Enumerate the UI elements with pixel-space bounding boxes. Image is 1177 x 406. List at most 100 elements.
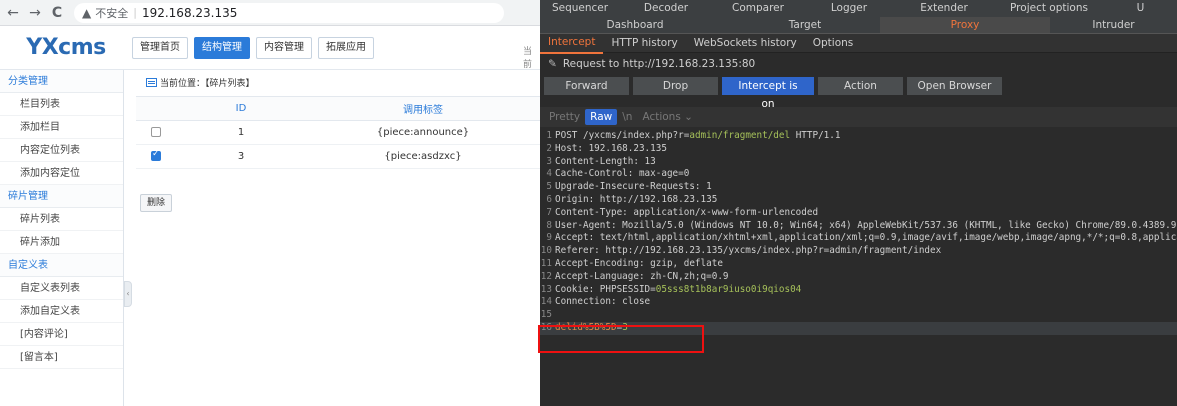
- burp-suite-window: Sequencer Decoder Comparer Logger Extender Pr…: [540, 0, 1177, 406]
- sidebar-section-header[interactable]: 碎片管理: [0, 185, 123, 208]
- topnav-button[interactable]: 拓展应用: [318, 36, 374, 59]
- logo: YXcms: [26, 35, 106, 60]
- reload-icon[interactable]: C: [48, 4, 66, 22]
- code-token: User-Agent: Mozilla/5.0 (Windows NT 10.0…: [555, 219, 1177, 231]
- burp-tab[interactable]: Decoder: [620, 0, 712, 17]
- code-token: delid%5B%5D: [555, 321, 617, 333]
- proxy-subtab[interactable]: Options: [805, 34, 862, 53]
- code-token: Referer: http://192.168.23.135/yxcms/ind…: [555, 245, 942, 257]
- view-tab[interactable]: Actions ⌄: [637, 109, 698, 125]
- view-tab[interactable]: Raw: [585, 109, 618, 125]
- proxy-subtabs: Intercept HTTP history WebSockets history O…: [540, 33, 1177, 54]
- proxy-subtab[interactable]: Intercept: [540, 33, 604, 54]
- row-checkbox[interactable]: [151, 127, 161, 137]
- sidebar-section-header[interactable]: 自定义表: [0, 254, 123, 277]
- table-row[interactable]: 3{piece:asdzxc}: [136, 144, 540, 169]
- sidebar-section-header[interactable]: 分类管理: [0, 70, 123, 93]
- proxy-subtab[interactable]: HTTP history: [603, 34, 685, 53]
- header-checkbox-col: [136, 96, 176, 121]
- message-view-tabs: Pretty Raw \n Actions ⌄: [540, 107, 1177, 127]
- request-line: 1 POST /yxcms/index.php?r=admin/fragment/…: [540, 130, 1177, 143]
- burp-tab[interactable]: Extender: [894, 0, 994, 17]
- row-tag: {piece:asdzxc}: [306, 144, 540, 169]
- sidebar: 分类管理 栏目列表 添加栏目 内容定位列表 添加内容定位 碎片管理 碎片列表 碎片添加 自定义表…: [0, 70, 124, 406]
- breadcrumb: 当前位置：【碎片列表】: [132, 70, 540, 94]
- sidebar-item[interactable]: 自定义表列表: [0, 277, 123, 300]
- sidebar-item[interactable]: [内容评论]: [0, 323, 123, 346]
- code-token: Connection: close: [555, 296, 651, 308]
- burp-tab[interactable]: Intruder: [1050, 17, 1177, 33]
- request-line: 10 Referer: http://192.168.23.135/yxcms/i…: [540, 245, 1177, 258]
- sidebar-item[interactable]: 碎片添加: [0, 231, 123, 254]
- intercept-button[interactable]: Intercept is on: [722, 77, 814, 110]
- line-number: 15: [540, 309, 552, 321]
- code-token: HTTP/1.1: [790, 130, 841, 141]
- request-editor[interactable]: 1 POST /yxcms/index.php?r=admin/fragment/…: [540, 130, 1177, 335]
- security-label[interactable]: 不安全: [95, 5, 128, 21]
- intercept-button[interactable]: Drop: [633, 77, 718, 95]
- sidebar-item[interactable]: 添加自定义表: [0, 300, 123, 323]
- code-token: 3: [622, 321, 628, 333]
- sidebar-collapse-handle[interactable]: ‹: [124, 281, 132, 307]
- url-text[interactable]: 192.168.23.135: [142, 6, 237, 20]
- burp-tab[interactable]: Sequencer: [540, 0, 620, 17]
- request-line: 2 Host: 192.168.23.135: [540, 143, 1177, 156]
- sidebar-item[interactable]: 添加栏目: [0, 116, 123, 139]
- code-token: Content-Length: 13: [555, 155, 656, 167]
- table-row[interactable]: 1 {piece:announce}: [136, 120, 540, 145]
- view-tab[interactable]: Pretty: [544, 109, 585, 125]
- pencil-icon[interactable]: ✎: [548, 58, 557, 70]
- line-number: 8: [546, 219, 552, 231]
- burp-tab[interactable]: Comparer: [712, 0, 804, 17]
- request-line: 5 Upgrade-Insecure-Requests: 1: [540, 181, 1177, 194]
- burp-tab[interactable]: Proxy: [880, 17, 1050, 33]
- sidebar-item[interactable]: 栏目列表: [0, 93, 123, 116]
- code-token: admin/fragment/del: [689, 130, 791, 141]
- address-bar[interactable]: ▲ 不安全 | 192.168.23.135: [74, 2, 504, 23]
- code-token: 05sss8t1b8ar9iuso0i9qios04: [655, 283, 802, 295]
- sidebar-item[interactable]: 添加内容定位: [0, 162, 123, 185]
- forward-arrow-icon[interactable]: →: [26, 4, 44, 22]
- sidebar-item[interactable]: [留言本]: [0, 346, 123, 369]
- proxy-subtab[interactable]: WebSockets history: [686, 34, 805, 53]
- burp-tab[interactable]: Target: [730, 17, 880, 33]
- line-number: 11: [540, 257, 552, 269]
- burp-tab[interactable]: Dashboard: [540, 17, 730, 33]
- code-token: POST /yxcms/index.php?r=: [555, 130, 690, 141]
- breadcrumb-text: 当前位置：【碎片列表】: [160, 78, 255, 89]
- delete-button[interactable]: 删除: [140, 194, 173, 212]
- fragment-table: ID 调用标签 1{piece:announce}3{piece:asdzxc}: [136, 96, 540, 169]
- row-checkbox[interactable]: [151, 149, 161, 161]
- burp-tab[interactable]: Project options: [994, 0, 1104, 17]
- sidebar-item[interactable]: 内容定位列表: [0, 139, 123, 162]
- cms-app: YXcms 管理首页 结构管理 内容管理 拓展应用 当前 分类管理 栏目列表 添加栏目 内容…: [0, 26, 540, 406]
- line-number: 5: [546, 181, 552, 193]
- header-id: ID: [176, 96, 306, 121]
- intercept-button[interactable]: Open Browser: [907, 77, 1002, 95]
- row-id: 3: [176, 144, 306, 169]
- request-target-label: Request to http://192.168.23.135:80: [562, 58, 756, 70]
- warning-icon[interactable]: ▲: [82, 6, 91, 20]
- list-icon: [146, 77, 157, 87]
- sidebar-item[interactable]: 碎片列表: [0, 208, 123, 231]
- request-target: ✎ Request to http://192.168.23.135:80: [540, 53, 1177, 75]
- intercept-toolbar: Forward Drop Intercept is on Action Open Bro…: [540, 75, 1177, 110]
- burp-tab[interactable]: Logger: [804, 0, 894, 17]
- topnav-button[interactable]: 管理首页: [132, 36, 188, 59]
- line-number: 13: [540, 283, 552, 295]
- burp-tab[interactable]: U: [1104, 0, 1177, 17]
- line-number: 2: [546, 142, 552, 154]
- line-number: 10: [540, 245, 552, 257]
- topnav-button[interactable]: 结构管理: [194, 36, 250, 59]
- truncated-label: 当前: [523, 47, 533, 70]
- back-arrow-icon[interactable]: ←: [4, 4, 22, 22]
- request-line: 16 delid%5B%5D=3: [540, 321, 1177, 335]
- intercept-button[interactable]: Action: [818, 77, 903, 95]
- line-number: 1: [546, 130, 552, 141]
- row-checkbox-cell: [136, 120, 176, 145]
- intercept-button[interactable]: Forward: [544, 77, 629, 95]
- topnav-button[interactable]: 内容管理: [256, 36, 312, 59]
- line-number: 16: [540, 321, 552, 333]
- line-number: 4: [546, 168, 552, 180]
- view-tab[interactable]: \n: [617, 109, 637, 125]
